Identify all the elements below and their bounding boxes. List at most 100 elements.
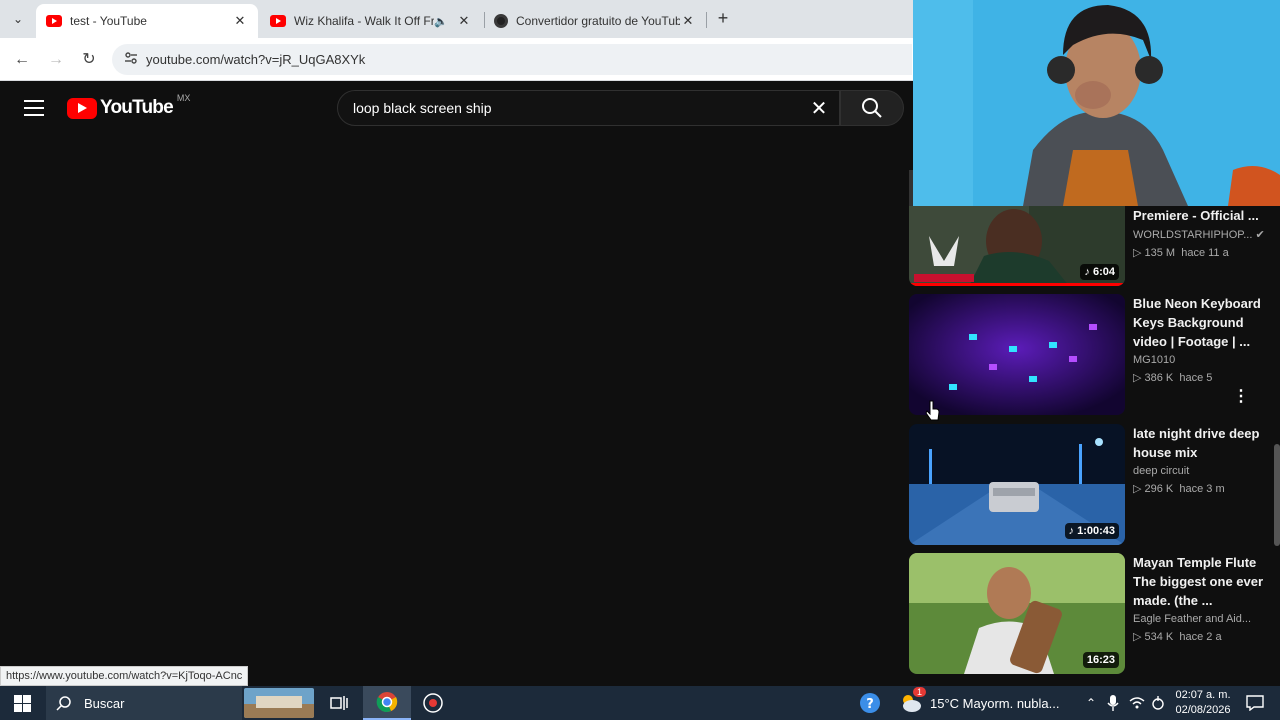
url-text: youtube.com/watch?v=jR_UqGA8XYk: [146, 52, 366, 67]
video-thumbnail[interactable]: ♪ 1:00:43: [909, 424, 1125, 545]
recommendation-item[interactable]: 16:23 Mayan Temple Flute The biggest one…: [909, 553, 1280, 675]
youtube-play-icon: [67, 97, 97, 119]
recommendation-item[interactable]: Blue Neon Keyboard Keys Background video…: [909, 294, 1280, 416]
taskbar-search-placeholder: Buscar: [84, 695, 125, 711]
music-note-icon: ♪: [1084, 266, 1093, 278]
music-note-icon: ♪: [1068, 525, 1078, 537]
sidebar-edge: [909, 170, 913, 206]
youtube-masthead: YouTube MX loop black screen ship ✕: [0, 82, 913, 134]
close-tab-icon[interactable]: ✕: [456, 13, 472, 29]
help-icon[interactable]: ?: [857, 691, 883, 715]
tab-title: Wiz Khalifa - Walk It Off Fre: [294, 14, 435, 28]
browser-tab-strip: ⌄ test - YouTube ✕ Wiz Khalifa - Walk It…: [0, 0, 913, 38]
chrome-icon: [376, 692, 398, 712]
tab-wiz-khalifa[interactable]: Wiz Khalifa - Walk It Off Fre 🔈 ✕: [260, 4, 482, 38]
clock-time: 02:07 a. m.: [1175, 689, 1231, 701]
video-info: Mayan Temple Flute The biggest one ever …: [1133, 553, 1265, 643]
recommendation-item[interactable]: ♪ 6:04 Premiere - Official ... WORLDSTAR…: [909, 206, 1280, 286]
video-info: late night drive deep house mix deep cir…: [1133, 424, 1265, 495]
youtube-favicon-icon: [270, 15, 286, 27]
video-meta: ▷ 386 K hace 5: [1133, 371, 1265, 384]
site-info-icon[interactable]: [116, 51, 146, 68]
close-tab-icon[interactable]: ✕: [232, 13, 248, 29]
tab-title: test - YouTube: [70, 14, 147, 28]
close-tab-icon[interactable]: ✕: [680, 13, 696, 29]
microphone-icon[interactable]: [1100, 691, 1126, 715]
duration-badge: ♪ 1:00:43: [1064, 523, 1119, 539]
chrome-taskbar-button[interactable]: [363, 686, 411, 720]
webcam-image: [913, 0, 1280, 206]
tab-search-chevron-icon[interactable]: ⌄: [6, 8, 30, 30]
video-title[interactable]: Premiere - Official ...: [1133, 206, 1265, 225]
video-thumbnail[interactable]: [909, 294, 1125, 415]
upload-age: hace 5: [1179, 372, 1213, 384]
channel-name[interactable]: deep circuit: [1133, 465, 1265, 477]
svg-text:?: ?: [866, 697, 874, 712]
clock[interactable]: 02:07 a. m. 02/08/2026: [1172, 688, 1234, 718]
upload-age: hace 11 a: [1181, 247, 1229, 259]
sidebar-scrollbar[interactable]: [1274, 444, 1280, 546]
upload-age: hace 3 m: [1179, 483, 1225, 495]
reload-icon[interactable]: ↻: [77, 48, 101, 72]
view-count: ▷ 386 K: [1133, 372, 1174, 384]
video-title[interactable]: late night drive deep house mix: [1133, 424, 1265, 462]
forward-arrow-icon[interactable]: →: [44, 48, 68, 72]
new-tab-plus-icon[interactable]: +: [712, 8, 734, 30]
tab-separator: [706, 12, 707, 28]
clear-search-icon[interactable]: ✕: [799, 96, 839, 121]
video-meta: ▷ 534 K hace 2 a: [1133, 630, 1265, 643]
duration-text: 6:04: [1092, 266, 1115, 278]
channel-name[interactable]: MG1010: [1133, 354, 1265, 366]
search-icon: [862, 98, 882, 118]
video-thumbnail[interactable]: 16:23: [909, 553, 1125, 674]
youtube-logo[interactable]: YouTube MX: [67, 93, 190, 119]
menu-hamburger-icon[interactable]: [24, 100, 44, 116]
tab-convertidor[interactable]: Convertidor gratuito de YouTub ✕: [484, 4, 706, 38]
task-view-icon[interactable]: [326, 691, 352, 715]
weather-text[interactable]: 15°C Mayorm. nubla...: [930, 696, 1059, 711]
video-meta: ▷ 296 K hace 3 m: [1133, 482, 1265, 495]
channel-name[interactable]: WORLDSTARHIPHOP... ✔: [1133, 228, 1265, 241]
converter-favicon-icon: [494, 14, 508, 28]
view-count: ▷ 296 K: [1133, 483, 1174, 495]
search-icon: [56, 696, 71, 711]
sync-icon[interactable]: [1145, 691, 1171, 715]
windows-taskbar: Buscar ? 1 15°C Mayorm. nubla... ⌃ 02:07…: [0, 686, 1280, 720]
upload-age: hace 2 a: [1179, 631, 1222, 643]
youtube-favicon-icon: [46, 15, 62, 27]
notification-badge: 1: [913, 687, 927, 697]
search-input[interactable]: loop black screen ship: [353, 100, 799, 116]
recorder-app-icon[interactable]: [420, 691, 446, 715]
video-meta: ▷ 135 M hace 11 a: [1133, 246, 1265, 259]
clock-date: 02/08/2026: [1175, 704, 1231, 716]
duration-text: 1:00:43: [1077, 525, 1115, 537]
verified-check-icon: ✔: [1255, 229, 1265, 241]
weather-cloud-icon[interactable]: 1: [897, 687, 927, 715]
notifications-icon[interactable]: [1242, 691, 1268, 715]
video-title[interactable]: Blue Neon Keyboard Keys Background video…: [1133, 294, 1265, 351]
video-info: Premiere - Official ... WORLDSTARHIPHOP.…: [1133, 206, 1265, 259]
duration-badge: 16:23: [1082, 652, 1119, 668]
windows-start-icon[interactable]: [9, 691, 35, 715]
search-box[interactable]: loop black screen ship ✕: [337, 90, 840, 126]
view-count: ▷ 135 M: [1133, 247, 1176, 259]
search-highlight-image[interactable]: [244, 688, 314, 718]
duration-badge: ♪ 6:04: [1080, 264, 1119, 280]
taskbar-search-box[interactable]: Buscar: [46, 686, 242, 720]
search-button[interactable]: [840, 90, 904, 126]
tab-title: Convertidor gratuito de YouTub: [516, 14, 680, 28]
speaker-icon[interactable]: 🔈: [434, 15, 448, 28]
tab-test-youtube[interactable]: test - YouTube ✕: [36, 4, 258, 38]
video-thumbnail[interactable]: ♪ 6:04: [909, 206, 1125, 286]
more-options-icon[interactable]: ⋮: [1233, 386, 1249, 406]
video-info: Blue Neon Keyboard Keys Background video…: [1133, 294, 1265, 384]
logo-wordmark: YouTube: [100, 97, 174, 118]
channel-text: WORLDSTARHIPHOP...: [1133, 229, 1253, 241]
channel-name[interactable]: Eagle Feather and Aid...: [1133, 613, 1265, 625]
recommendation-item[interactable]: ♪ 1:00:43 late night drive deep house mi…: [909, 424, 1280, 546]
back-arrow-icon[interactable]: ←: [10, 48, 34, 72]
mouse-cursor-icon: [925, 400, 941, 427]
address-bar[interactable]: youtube.com/watch?v=jR_UqGA8XYk: [112, 44, 912, 75]
video-title[interactable]: Mayan Temple Flute The biggest one ever …: [1133, 553, 1265, 610]
browser-toolbar: ← → ↻ youtube.com/watch?v=jR_UqGA8XYk: [0, 38, 913, 81]
